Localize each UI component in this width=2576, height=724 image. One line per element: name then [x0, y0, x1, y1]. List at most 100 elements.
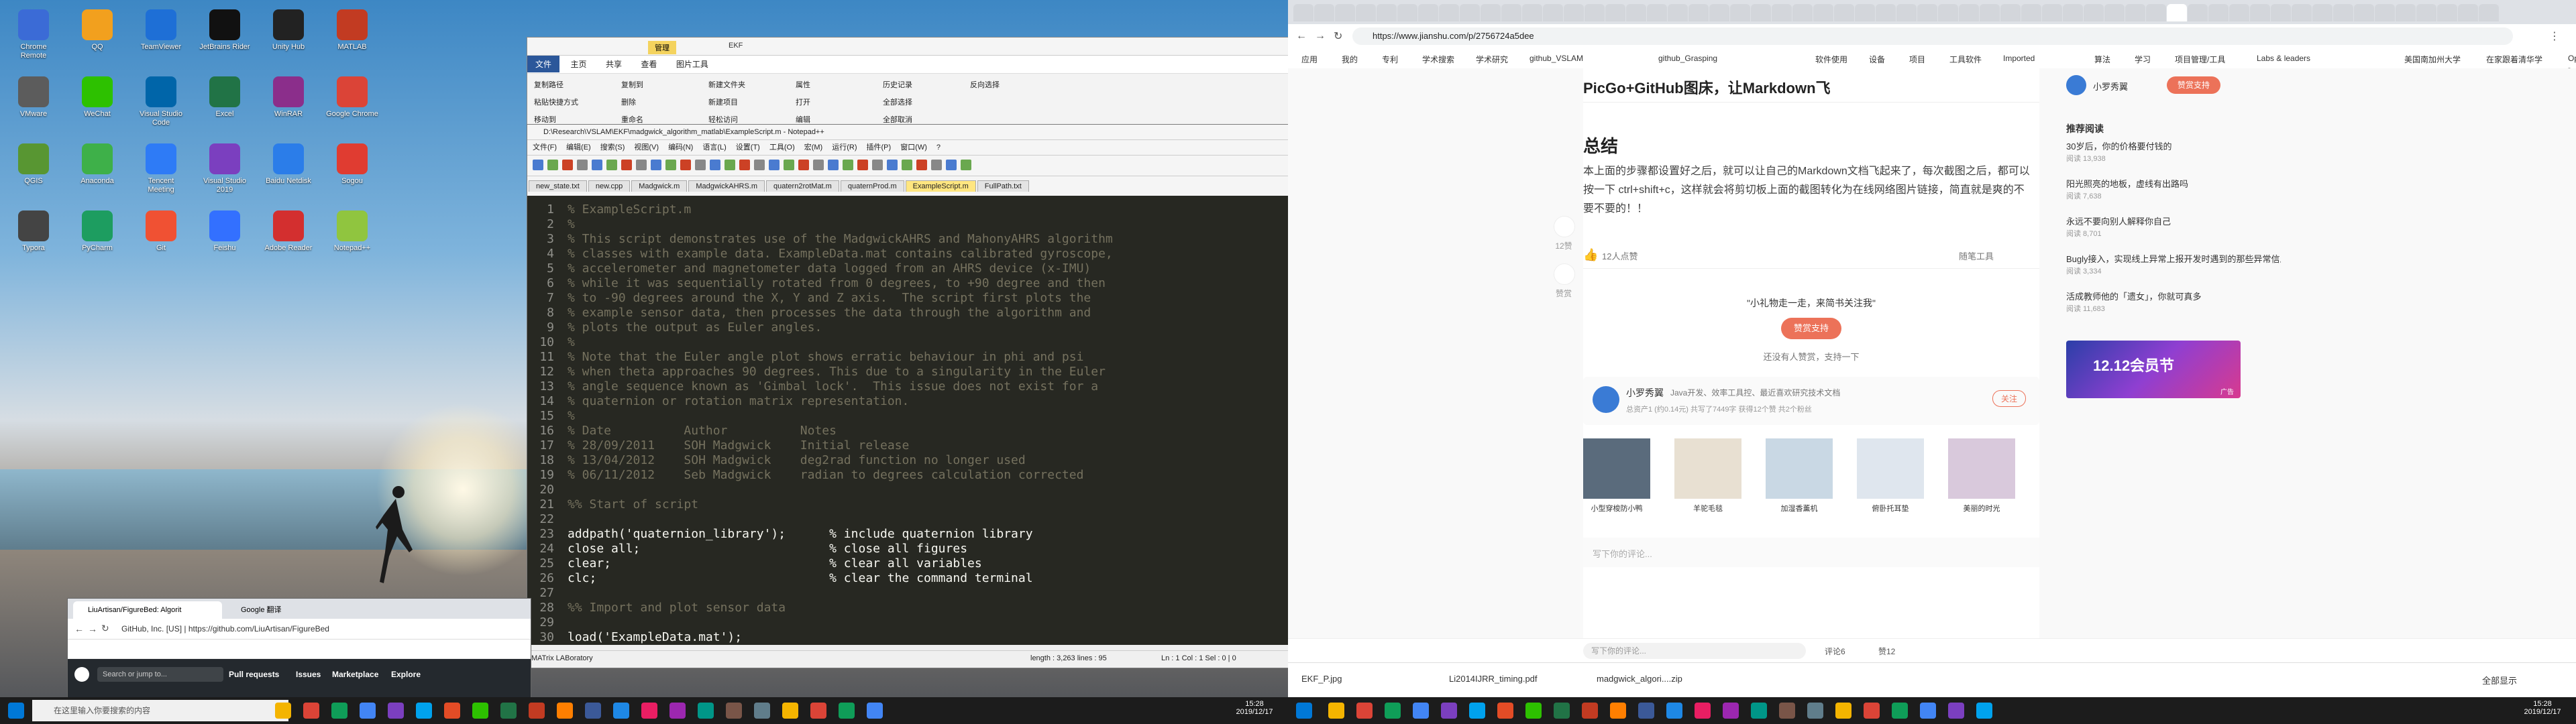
- editor-tab[interactable]: quatern2rotMat.m: [766, 180, 839, 192]
- toolbar-icon[interactable]: [828, 160, 839, 170]
- taskbar-app-icon[interactable]: [1497, 703, 1513, 719]
- taskbar-app-icon[interactable]: [1779, 703, 1795, 719]
- ribbon-action[interactable]: 编辑: [796, 114, 810, 125]
- tab-file[interactable]: 文件: [527, 56, 560, 72]
- forward-icon[interactable]: →: [88, 623, 97, 634]
- code-line[interactable]: % This script demonstrates use of the Ma…: [568, 232, 1113, 246]
- thumb-up-icon[interactable]: 👍: [1583, 248, 1598, 262]
- desktop-icon[interactable]: Visual Studio 2019: [198, 139, 252, 201]
- code-line[interactable]: clear; % clear all variables: [568, 556, 982, 570]
- desktop-icon[interactable]: MATLAB: [325, 5, 379, 67]
- ribbon-action[interactable]: 反向选择: [970, 79, 1000, 90]
- bookmark-item[interactable]: 专利: [1382, 54, 1398, 65]
- bookmark-item[interactable]: 工具软件: [1949, 54, 1982, 65]
- like-icon[interactable]: [1554, 216, 1575, 237]
- desktop-icon[interactable]: Excel: [198, 72, 252, 134]
- browser-tab[interactable]: [1855, 4, 1875, 21]
- editor-tab[interactable]: MadgwickAHRS.m: [688, 180, 765, 192]
- browser-tab[interactable]: [2000, 4, 2021, 21]
- taskbar-app-icon[interactable]: [303, 703, 319, 719]
- bookmark-item[interactable]: Imported: [2003, 54, 2035, 63]
- toolbar-icon[interactable]: [562, 160, 573, 170]
- desktop-icon[interactable]: Git: [134, 206, 188, 268]
- taskbar-app-icon[interactable]: [782, 703, 798, 719]
- taskbar-search-input[interactable]: 在这里输入你要搜索的内容: [32, 700, 288, 721]
- bookmark-item[interactable]: 软件使用: [1815, 54, 1847, 65]
- browser-tab[interactable]: [2146, 4, 2166, 21]
- gh-search-input[interactable]: Search or jump to...: [97, 667, 223, 682]
- github-logo-icon[interactable]: [74, 667, 89, 682]
- toolbar-icon[interactable]: [621, 160, 632, 170]
- taskbar-app-icon[interactable]: [669, 703, 686, 719]
- desktop-icon[interactable]: JetBrains Rider: [198, 5, 252, 67]
- desktop-icon[interactable]: QGIS: [7, 139, 60, 201]
- browser-tab[interactable]: [2458, 4, 2478, 21]
- taskbar-app-icon[interactable]: [500, 703, 517, 719]
- ribbon-action[interactable]: 打开: [796, 97, 810, 107]
- toolbar-icon[interactable]: [547, 160, 558, 170]
- taskbar-app-icon[interactable]: [1441, 703, 1457, 719]
- desktop-icon[interactable]: TeamViewer: [134, 5, 188, 67]
- gh-nav-pulls[interactable]: Pull requests: [229, 670, 279, 679]
- taskbar-app-icon[interactable]: [613, 703, 629, 719]
- browser-tab[interactable]: [1605, 4, 1625, 21]
- browser-tab[interactable]: [2437, 4, 2457, 21]
- desktop-icon[interactable]: Google Chrome: [325, 72, 379, 134]
- toolbar-icon[interactable]: [592, 160, 602, 170]
- ribbon-action[interactable]: 新建文件夹: [708, 79, 745, 90]
- product-caption[interactable]: 小型穿梭防小鸭: [1583, 503, 1650, 514]
- browser-tab[interactable]: [2479, 4, 2499, 21]
- desktop-icon[interactable]: Baidu Netdisk: [262, 139, 315, 201]
- taskbar-app-icon[interactable]: [867, 703, 883, 719]
- comment-count[interactable]: 评论6: [1825, 646, 1845, 657]
- bookmark-item[interactable]: Labs & leaders: [2257, 54, 2310, 63]
- tab-view[interactable]: 查看: [633, 56, 665, 72]
- bookmark-item[interactable]: github_VSLAM: [1529, 54, 1583, 63]
- menu-item[interactable]: 编辑(E): [566, 143, 591, 152]
- product-thumbnail[interactable]: [1766, 438, 1833, 499]
- desktop-icon[interactable]: Chrome Remote Desktop: [7, 5, 60, 67]
- browser-tab[interactable]: [2104, 4, 2125, 21]
- bookmark-item[interactable]: 在家跟着清华学: [2486, 54, 2542, 65]
- taskbar-app-icon[interactable]: [698, 703, 714, 719]
- taskbar-app-icon[interactable]: [1610, 703, 1626, 719]
- taskbar-app-icon[interactable]: [1328, 703, 1344, 719]
- toolbar-icon[interactable]: [665, 160, 676, 170]
- taskbar-app-icon[interactable]: [1751, 703, 1767, 719]
- product-thumbnail[interactable]: [1583, 438, 1650, 499]
- toolbar-icon[interactable]: [843, 160, 853, 170]
- reload-icon[interactable]: ↻: [101, 623, 109, 634]
- browser-tab[interactable]: [1876, 4, 1896, 21]
- code-editor[interactable]: 1 % ExampleScript.m 2% 3 % This script demon…: [527, 196, 1288, 645]
- code-line[interactable]: % while it was sequentially rotated from…: [568, 276, 1106, 290]
- product-caption[interactable]: 加湿香薰机: [1766, 503, 1833, 514]
- ribbon-action[interactable]: 复制到: [621, 79, 643, 90]
- taskbar-app-icon[interactable]: [726, 703, 742, 719]
- browser-tab[interactable]: [2167, 4, 2187, 21]
- taskbar-app-icon[interactable]: [1976, 703, 1992, 719]
- toolbar-icon[interactable]: [902, 160, 912, 170]
- browser-tab[interactable]: [2271, 4, 2291, 21]
- browser-tab[interactable]: [1418, 4, 1438, 21]
- url-input[interactable]: https://www.jianshu.com/p/2756724a5dee: [1352, 27, 2513, 45]
- code-line[interactable]: % Note that the Euler angle plot shows e…: [568, 350, 1083, 364]
- ribbon-action[interactable]: 全部取消: [883, 114, 912, 125]
- toolbar-icon[interactable]: [798, 160, 809, 170]
- browser-tab[interactable]: [1377, 4, 1397, 21]
- toolbar-icon[interactable]: [784, 160, 794, 170]
- browser-tab[interactable]: [1481, 4, 1501, 21]
- toolbar-icon[interactable]: [946, 160, 957, 170]
- product-caption[interactable]: 羊驼毛毯: [1674, 503, 1741, 514]
- taskbar-app-icon[interactable]: [810, 703, 826, 719]
- gh-tab-translate[interactable]: Google 翻译: [226, 601, 348, 619]
- taskbar-app-icon[interactable]: [1920, 703, 1936, 719]
- taskbar-app-icon[interactable]: [754, 703, 770, 719]
- taskbar-app-icon[interactable]: [1413, 703, 1429, 719]
- ad-banner[interactable]: 12.12会员节 广告: [2066, 341, 2241, 398]
- menu-dots-icon[interactable]: ⋮: [2549, 29, 2560, 43]
- menu-item[interactable]: 编码(N): [668, 143, 693, 152]
- product-caption[interactable]: 美丽的时光: [1948, 503, 2015, 514]
- taskbar-app-icon[interactable]: [839, 703, 855, 719]
- code-line[interactable]: load('ExampleData.mat');: [568, 630, 742, 644]
- editor-tab[interactable]: FullPath.txt: [977, 180, 1029, 192]
